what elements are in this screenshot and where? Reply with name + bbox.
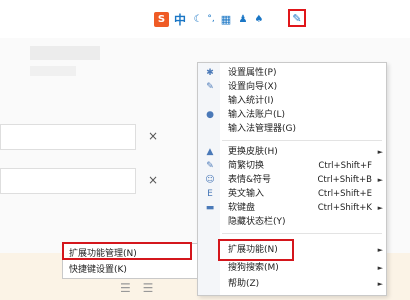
gear-icon: ✱ <box>206 68 214 78</box>
emoji-icon: ☺ <box>205 175 215 185</box>
list-view-icon[interactable]: ☰ ☰ <box>120 281 157 295</box>
menu-separator <box>222 233 382 234</box>
submenu-arrow-icon: ► <box>377 264 383 272</box>
menu-item-help[interactable]: 帮助(Z) ► <box>198 277 386 291</box>
shortcut-text: Ctrl+Shift+K <box>317 203 372 213</box>
highlight-box-extension-manager <box>62 242 192 260</box>
shortcut-text: Ctrl+Shift+F <box>318 161 372 171</box>
clear-field-1-icon[interactable]: × <box>148 129 158 143</box>
punctuation-icon[interactable]: °, <box>206 10 216 28</box>
submenu-arrow-icon: ► <box>377 204 383 212</box>
text-field-1[interactable] <box>0 124 136 150</box>
convert-icon: ✎ <box>206 161 214 171</box>
skin-icon[interactable]: ♠ <box>252 10 266 28</box>
sogou-logo-icon[interactable]: S <box>154 12 169 27</box>
menu-item-hide-statusbar[interactable]: 隐藏状态栏(Y) <box>198 215 386 229</box>
account-icon: ● <box>206 110 214 120</box>
menu-item-account[interactable]: ● 输入法账户(L) <box>198 108 386 122</box>
keyboard-icon[interactable]: ▦ <box>218 10 234 28</box>
user-icon[interactable]: ♟ <box>237 10 249 28</box>
menu-item-emoji-symbols[interactable]: ☺ 表情&符号 Ctrl+Shift+B ► <box>198 173 386 187</box>
text-field-2[interactable] <box>0 168 136 194</box>
menu-item-settings[interactable]: ✱ 设置属性(P) <box>198 66 386 80</box>
blurred-title <box>30 46 100 60</box>
ime-toolbar: S 中 ☾ °, ▦ ♟ ♠ ✎ <box>150 8 306 30</box>
menu-item-change-skin[interactable]: ▲ 更换皮肤(H) ► <box>198 145 386 159</box>
clear-field-2-icon[interactable]: × <box>148 173 158 187</box>
submenu-arrow-icon: ► <box>377 280 383 288</box>
highlight-box-extensions <box>218 239 294 261</box>
menu-item-english-input[interactable]: E 英文输入 Ctrl+Shift+E <box>198 187 386 201</box>
skin-icon: ▲ <box>206 147 214 157</box>
wrench-icon[interactable]: ✎ <box>288 9 306 27</box>
menu-item-soft-keyboard[interactable]: ▬ 软键盘 Ctrl+Shift+K ► <box>198 201 386 215</box>
menu-item-sogou-search[interactable]: 搜狗搜索(M) ► <box>198 261 386 275</box>
english-icon: E <box>207 189 213 199</box>
submenu-arrow-icon: ► <box>377 176 383 184</box>
moon-icon[interactable]: ☾ <box>192 10 204 28</box>
shortcut-text: Ctrl+Shift+E <box>317 189 372 199</box>
chinese-mode-toggle[interactable]: 中 <box>172 10 188 28</box>
ime-context-menu: ✱ 设置属性(P) ✎ 设置向导(X) 输入统计(I) ● 输入法账户(L) 输… <box>197 62 387 296</box>
keyboard-icon: ▬ <box>205 203 215 213</box>
menu-item-ime-manager[interactable]: 输入法管理器(G) <box>198 122 386 136</box>
shortcut-text: Ctrl+Shift+B <box>317 175 372 185</box>
menu-separator <box>222 140 382 141</box>
menu-item-statistics[interactable]: 输入统计(I) <box>198 94 386 108</box>
blurred-subtitle <box>30 66 76 76</box>
menu-item-simplified-traditional[interactable]: ✎ 简繁切换 Ctrl+Shift+F <box>198 159 386 173</box>
submenu-arrow-icon: ► <box>377 246 383 254</box>
menu-item-wizard[interactable]: ✎ 设置向导(X) <box>198 80 386 94</box>
submenu-item-shortcut-settings[interactable]: 快捷键设置(K) <box>63 263 197 277</box>
submenu-arrow-icon: ► <box>377 148 383 156</box>
wand-icon: ✎ <box>206 82 214 92</box>
